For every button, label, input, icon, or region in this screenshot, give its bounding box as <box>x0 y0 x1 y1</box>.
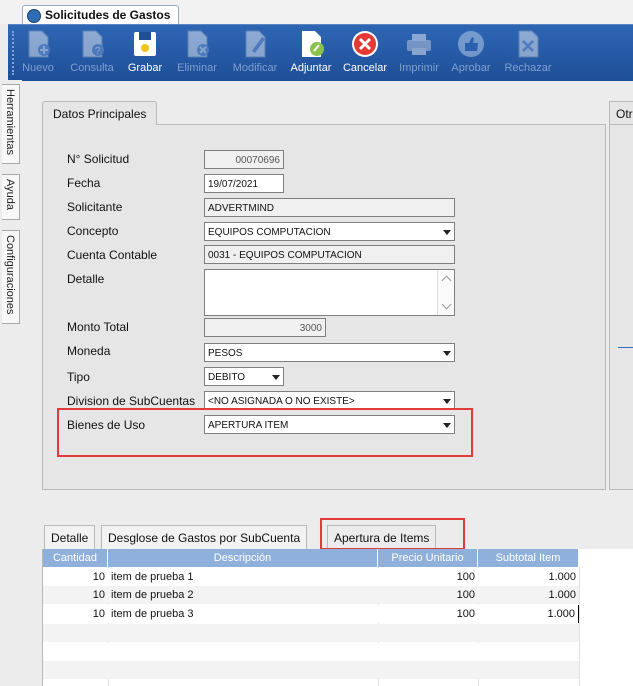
tab-other[interactable]: Otr <box>609 101 633 125</box>
table-row-empty <box>43 661 579 679</box>
cell-descripcion[interactable]: item de prueba 3 <box>108 605 378 623</box>
cuenta-contable-field[interactable]: 0031 - EQUIPOS COMPUTACION <box>204 245 455 264</box>
printer-icon <box>407 34 431 55</box>
new-button[interactable]: Nuevo <box>16 29 60 79</box>
chevron-down-icon[interactable] <box>443 351 451 356</box>
moneda-value: PESOS <box>208 348 243 359</box>
cell-subtotal[interactable]: 1.000 <box>478 605 579 623</box>
highlight-bienes-de-uso <box>57 408 473 457</box>
document-query-icon: ? <box>82 30 104 58</box>
division-label: Division de SubCuentas <box>67 394 196 408</box>
cancel-button[interactable]: Cancelar <box>340 29 390 79</box>
cell-subtotal[interactable]: 1.000 <box>478 586 579 604</box>
solicitante-label: Solicitante <box>67 200 123 214</box>
cell-precio[interactable]: 100 <box>378 586 478 604</box>
nro-solicitud-label: N° Solicitud <box>67 152 130 166</box>
cell-descripcion[interactable]: item de prueba 1 <box>108 568 378 586</box>
monto-total-field[interactable]: 3000 <box>204 318 326 337</box>
table-row[interactable]: 10 item de prueba 3 100 1.000 <box>43 605 579 623</box>
cell-descripcion[interactable]: item de prueba 2 <box>108 586 378 604</box>
title-bar: Solicitudes de Gastos <box>0 0 633 25</box>
other-panel <box>609 124 633 490</box>
table-row[interactable]: 10 item de prueba 1 100 1.000 <box>43 568 579 586</box>
col-header-descripcion[interactable]: Descripción <box>108 549 378 567</box>
cuenta-contable-label: Cuenta Contable <box>67 248 158 262</box>
reject-button[interactable]: Rechazar <box>500 29 556 79</box>
cell-subtotal[interactable]: 1.000 <box>478 568 579 586</box>
concepto-label: Concepto <box>67 224 119 238</box>
sidebar-tab-configuraciones[interactable]: Configuraciones <box>2 230 20 324</box>
tipo-value: DEBITO <box>208 372 246 383</box>
cell-cantidad[interactable]: 10 <box>43 605 108 623</box>
table-row[interactable]: 10 item de prueba 2 100 1.000 <box>43 586 579 604</box>
document-reject-icon <box>518 30 539 58</box>
save-button[interactable]: Grabar <box>124 29 166 79</box>
detalle-scrollbar[interactable] <box>437 270 454 315</box>
svg-text:?: ? <box>95 46 101 57</box>
side-tabs: Herramientas Ayuda Configuraciones <box>0 80 22 686</box>
floppy-save-icon <box>134 32 156 56</box>
window-tab[interactable]: Solicitudes de Gastos <box>22 5 180 25</box>
grid-divider <box>579 567 580 686</box>
nro-solicitud-field[interactable]: 00070696 <box>204 150 284 169</box>
window-title: Solicitudes de Gastos <box>45 8 171 22</box>
sidebar-tab-herramientas[interactable]: Herramientas <box>2 84 20 164</box>
print-button[interactable]: Imprimir <box>394 29 444 79</box>
items-grid: Cantidad Descripción Precio Unitario Sub… <box>42 549 633 686</box>
tab-desglose[interactable]: Desglose de Gastos por SubCuenta <box>101 525 308 550</box>
chevron-down-icon[interactable] <box>443 230 451 235</box>
scroll-down-icon[interactable] <box>441 299 452 310</box>
tab-datos-principales[interactable]: Datos Principales <box>42 101 158 125</box>
attach-icon <box>302 31 324 57</box>
cancel-icon <box>352 31 378 57</box>
cell-cantidad[interactable]: 10 <box>43 586 108 604</box>
chevron-down-icon[interactable] <box>272 375 280 380</box>
fecha-label: Fecha <box>67 176 101 190</box>
other-panel-divider <box>618 347 633 348</box>
thumbs-up-icon <box>458 31 484 57</box>
document-edit-icon <box>245 30 266 58</box>
fecha-field[interactable]: 19/07/2021 <box>204 174 284 193</box>
cell-cantidad[interactable]: 10 <box>43 568 108 586</box>
col-header-cantidad[interactable]: Cantidad <box>43 549 108 567</box>
query-button[interactable]: ? Consulta <box>68 29 116 79</box>
moneda-select[interactable]: PESOS <box>204 343 455 362</box>
tipo-label: Tipo <box>67 370 90 384</box>
document-delete-icon <box>187 30 209 58</box>
solicitante-field[interactable]: ADVERTMIND <box>204 198 455 217</box>
concepto-value: EQUIPOS COMPUTACION <box>208 227 331 238</box>
monto-total-label: Monto Total <box>67 320 129 334</box>
scroll-up-icon[interactable] <box>441 275 452 286</box>
detalle-textarea[interactable] <box>204 269 455 316</box>
cell-precio[interactable]: 100 <box>378 568 478 586</box>
tipo-select[interactable]: DEBITO <box>204 367 284 386</box>
modify-button[interactable]: Modificar <box>228 29 282 79</box>
app-icon <box>27 9 41 23</box>
table-row-empty <box>43 643 579 661</box>
chevron-down-icon[interactable] <box>443 399 451 404</box>
col-header-precio[interactable]: Precio Unitario <box>378 549 478 567</box>
document-add-icon <box>28 30 50 58</box>
concepto-select[interactable]: EQUIPOS COMPUTACION <box>204 222 455 241</box>
toolbar: Nuevo ? Consulta Grabar Eliminar Modific… <box>8 24 633 81</box>
col-header-subtotal[interactable]: Subtotal Item <box>478 549 579 567</box>
approve-button[interactable]: Aprobar <box>448 29 494 79</box>
sidebar-tab-ayuda[interactable]: Ayuda <box>2 174 20 220</box>
division-value: <NO ASIGNADA O NO EXISTE> <box>208 396 355 407</box>
cell-precio[interactable]: 100 <box>378 605 478 623</box>
attach-button[interactable]: Adjuntar <box>286 29 336 79</box>
table-row-empty <box>43 624 579 642</box>
highlight-apertura-tab <box>320 518 465 550</box>
detalle-label: Detalle <box>67 272 105 286</box>
moneda-label: Moneda <box>67 344 111 358</box>
tab-detalle[interactable]: Detalle <box>44 525 96 550</box>
delete-button[interactable]: Eliminar <box>172 29 222 79</box>
